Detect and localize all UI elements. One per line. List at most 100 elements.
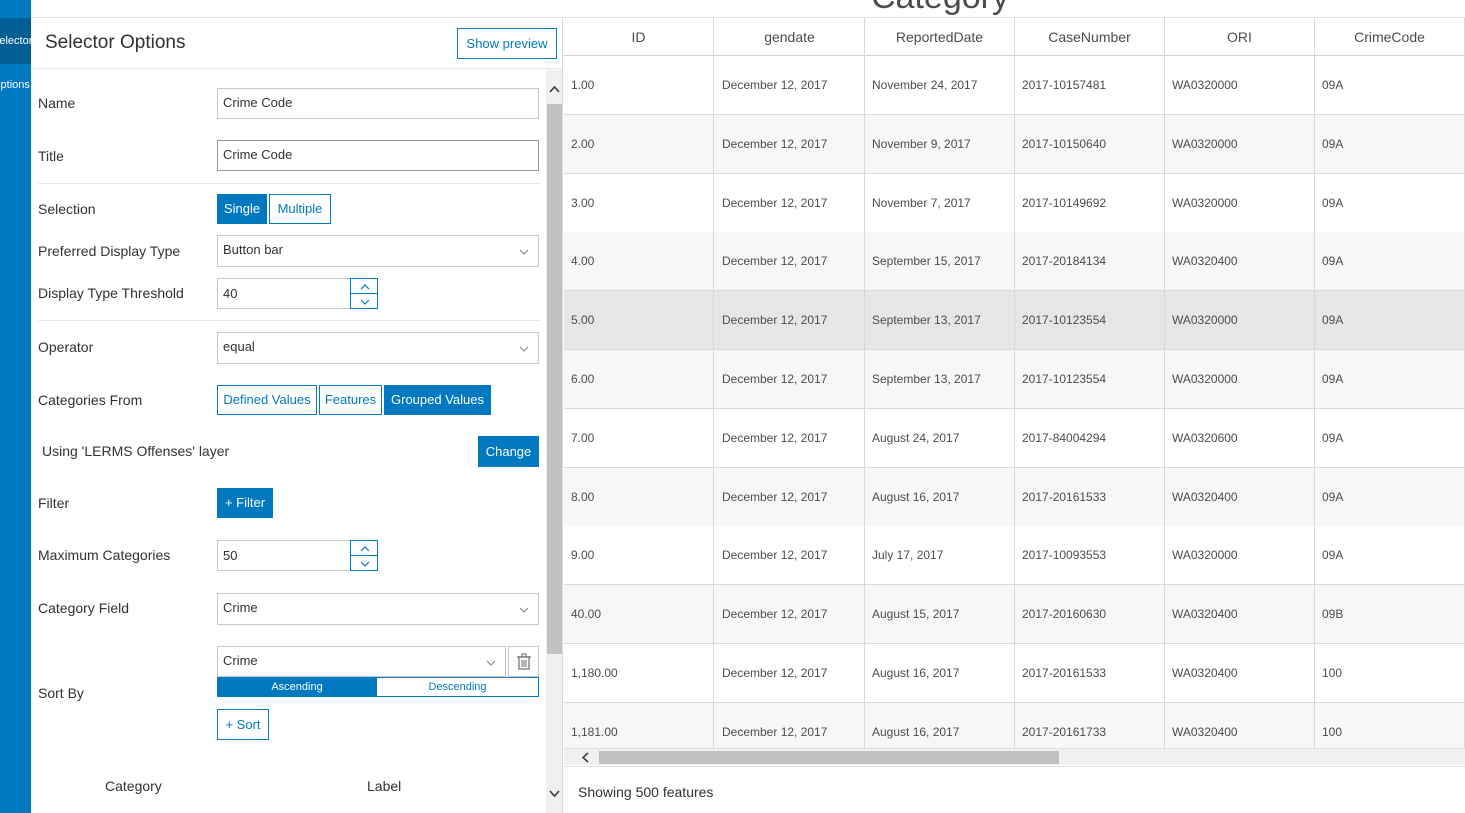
table-cell-reporteddate: November 24, 2017 xyxy=(865,56,1015,114)
table-row[interactable]: 7.00 December 12, 2017 August 24, 2017 2017… xyxy=(564,409,1465,468)
table-row[interactable]: 40.00 December 12, 2017 August 15, 2017 201… xyxy=(564,585,1465,644)
table-cell-casenumber: 2017-20160630 xyxy=(1015,585,1165,643)
table-cell-ori: WA0320000 xyxy=(1165,56,1315,114)
threshold-label: Display Type Threshold xyxy=(38,285,184,301)
threshold-increment-button[interactable] xyxy=(350,278,378,294)
table-cell-reporteddate: August 15, 2017 xyxy=(865,585,1015,643)
display-type-select[interactable]: Button bar xyxy=(217,235,539,267)
table-row[interactable]: 1,180.00 December 12, 2017 August 16, 2017… xyxy=(564,644,1465,703)
horizontal-scrollbar[interactable] xyxy=(564,748,1465,765)
table-cell-gendate: December 12, 2017 xyxy=(715,291,865,349)
table-cell-id: 2.00 xyxy=(564,115,714,173)
nav-item-selector[interactable]: Selector xyxy=(0,18,31,64)
name-label: Name xyxy=(38,95,76,111)
name-input[interactable]: Crime Code xyxy=(217,88,539,119)
table-row[interactable]: 4.00 December 12, 2017 September 15, 2017 2… xyxy=(564,232,1465,291)
table-cell-casenumber: 2017-20184134 xyxy=(1015,232,1165,290)
max-categories-increment-button[interactable] xyxy=(350,540,378,556)
table-cell-ori: WA0320600 xyxy=(1165,409,1315,467)
panel-title: Selector Options xyxy=(45,32,186,53)
table-cell-crimecode: 09A xyxy=(1315,526,1465,584)
chevron-down-icon xyxy=(519,249,529,255)
table-row[interactable]: 3.00 December 12, 2017 November 7, 2017 201… xyxy=(564,174,1465,233)
table-cell-ori: WA0320400 xyxy=(1165,585,1315,643)
add-sort-button[interactable]: + Sort xyxy=(217,709,269,740)
table-row[interactable]: 5.00 December 12, 2017 September 13, 2017 2… xyxy=(564,291,1465,350)
table-cell-ori: WA0320000 xyxy=(1165,526,1315,584)
chevron-left-icon[interactable] xyxy=(580,752,590,763)
table-cell-casenumber: 2017-10157481 xyxy=(1015,56,1165,114)
chevron-down-icon xyxy=(360,299,370,305)
title-input[interactable]: Crime Code xyxy=(217,140,539,171)
max-categories-stepper: 50 xyxy=(217,540,378,571)
column-header-gendate[interactable]: gendate xyxy=(715,18,865,56)
table-cell-gendate: December 12, 2017 xyxy=(715,585,865,643)
nav-item-options[interactable]: Options xyxy=(0,64,31,106)
title-label: Title xyxy=(38,148,64,164)
sort-field-select[interactable]: Crime xyxy=(217,646,506,677)
grouped-values-button[interactable]: Grouped Values xyxy=(384,385,491,415)
vertical-scrollbar[interactable] xyxy=(546,70,562,813)
table-cell-crimecode: 100 xyxy=(1315,644,1465,702)
table-row[interactable]: 1.00 December 12, 2017 November 24, 2017 20… xyxy=(564,56,1465,115)
sort-ascending-button[interactable]: Ascending xyxy=(218,678,376,696)
table-row[interactable]: 2.00 December 12, 2017 November 9, 2017 201… xyxy=(564,115,1465,174)
chevron-down-icon xyxy=(519,346,529,352)
column-header-crimecode[interactable]: CrimeCode xyxy=(1315,18,1465,56)
column-header-casenumber[interactable]: CaseNumber xyxy=(1015,18,1165,56)
category-field-select[interactable]: Crime xyxy=(217,593,539,625)
selection-label: Selection xyxy=(38,201,96,217)
table-cell-gendate: December 12, 2017 xyxy=(715,174,865,232)
table-cell-ori: WA0320400 xyxy=(1165,644,1315,702)
change-layer-button[interactable]: Change xyxy=(478,436,539,467)
divider xyxy=(38,183,540,184)
operator-select[interactable]: equal xyxy=(217,332,539,364)
threshold-input[interactable]: 40 xyxy=(217,278,351,309)
table-cell-casenumber: 2017-10093553 xyxy=(1015,526,1165,584)
max-categories-input[interactable]: 50 xyxy=(217,540,351,571)
table-cell-casenumber: 2017-20161533 xyxy=(1015,468,1165,526)
form-area: Name Crime Code Title Crime Code Selecti… xyxy=(31,70,545,813)
selection-single-button[interactable]: Single xyxy=(217,194,267,224)
table-row[interactable]: 6.00 December 12, 2017 September 13, 2017 2… xyxy=(564,350,1465,409)
top-strip: Category xyxy=(31,0,1465,18)
category-field-label: Category Field xyxy=(38,600,130,616)
selection-multiple-button[interactable]: Multiple xyxy=(269,194,331,224)
scrollbar-thumb[interactable] xyxy=(547,104,562,654)
sort-descending-button[interactable]: Descending xyxy=(376,678,538,696)
threshold-decrement-button[interactable] xyxy=(350,293,378,309)
chevron-down-icon xyxy=(360,561,370,567)
page-title: Category xyxy=(871,0,1009,17)
remove-sort-button[interactable] xyxy=(508,646,539,677)
operator-label: Operator xyxy=(38,339,94,355)
table-row[interactable]: 8.00 December 12, 2017 August 16, 2017 2017… xyxy=(564,468,1465,527)
column-header-ori[interactable]: ORI xyxy=(1165,18,1315,56)
defined-values-button[interactable]: Defined Values xyxy=(217,385,317,415)
table-row[interactable]: 9.00 December 12, 2017 July 17, 2017 2017-1… xyxy=(564,526,1465,585)
chevron-down-icon[interactable] xyxy=(549,788,560,799)
chevron-up-icon[interactable] xyxy=(549,84,560,95)
table-cell-id: 4.00 xyxy=(564,232,714,290)
table-cell-reporteddate: September 13, 2017 xyxy=(865,291,1015,349)
show-preview-button[interactable]: Show preview xyxy=(457,28,557,59)
category-column-header: Category xyxy=(105,778,162,794)
table-cell-reporteddate: September 15, 2017 xyxy=(865,232,1015,290)
column-header-id[interactable]: ID xyxy=(564,18,714,56)
trash-icon xyxy=(517,653,531,670)
max-categories-decrement-button[interactable] xyxy=(350,555,378,571)
table-cell-crimecode: 09A xyxy=(1315,350,1465,408)
add-filter-button[interactable]: + Filter xyxy=(217,488,273,518)
table-cell-casenumber: 2017-10150640 xyxy=(1015,115,1165,173)
table-cell-reporteddate: November 9, 2017 xyxy=(865,115,1015,173)
column-header-reporteddate[interactable]: ReportedDate xyxy=(865,18,1015,56)
nav-item-options-label: Options xyxy=(0,79,30,91)
table-cell-reporteddate: July 17, 2017 xyxy=(865,526,1015,584)
scrollbar-thumb[interactable] xyxy=(599,751,1059,764)
category-field-value: Crime xyxy=(223,600,258,615)
filter-label: Filter xyxy=(38,495,70,511)
table-cell-gendate: December 12, 2017 xyxy=(715,526,865,584)
sort-direction-toggle: Ascending Descending xyxy=(217,677,539,697)
table-cell-gendate: December 12, 2017 xyxy=(715,232,865,290)
table-cell-gendate: December 12, 2017 xyxy=(715,468,865,526)
features-button[interactable]: Features xyxy=(319,385,382,415)
